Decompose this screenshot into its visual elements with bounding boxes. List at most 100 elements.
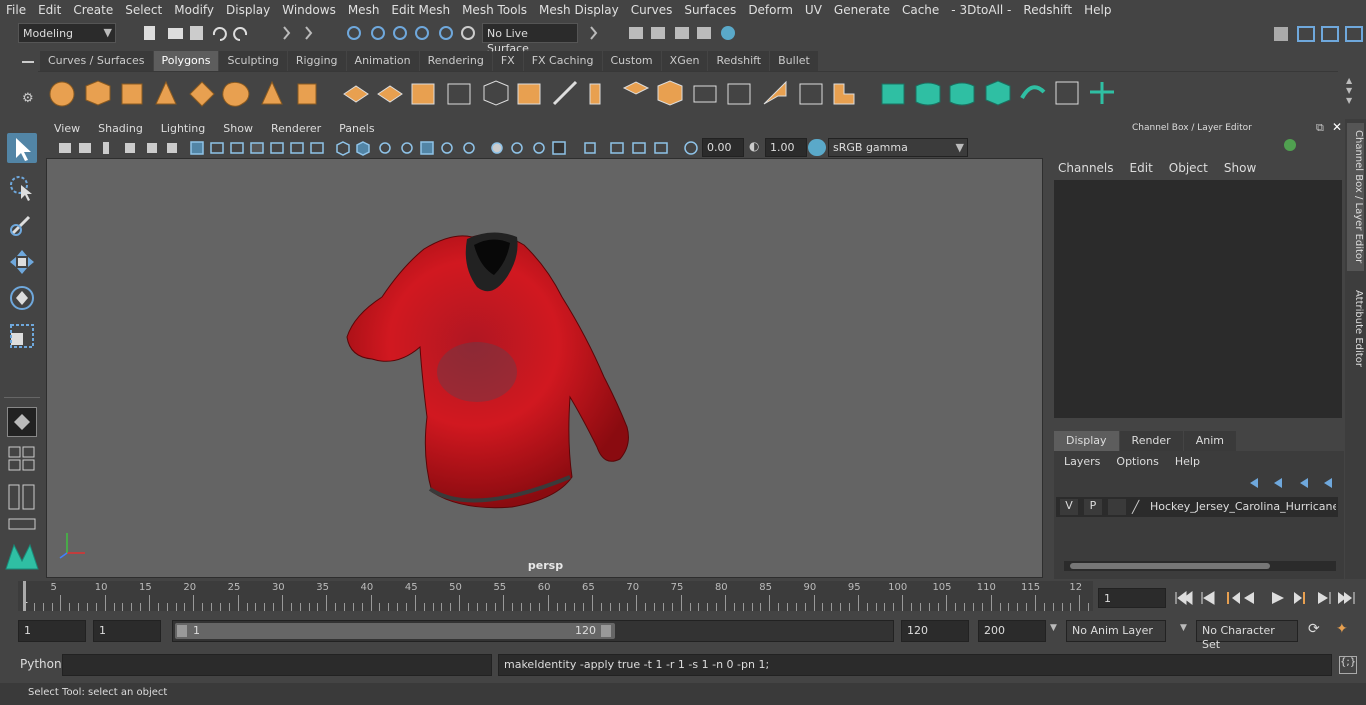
channel-menu-item[interactable]: Edit <box>1130 161 1153 175</box>
scrollbar-thumb[interactable] <box>1070 563 1270 569</box>
channel-menu-item[interactable]: Show <box>1224 161 1256 175</box>
exposure-field[interactable]: 0.00 <box>702 138 744 157</box>
menu-item[interactable]: Modify <box>168 3 220 17</box>
layer-scrollbar[interactable] <box>1064 561 1336 571</box>
select-tool-button[interactable] <box>7 133 37 163</box>
menu-item[interactable]: Generate <box>828 3 896 17</box>
shelf-tab[interactable]: Bullet <box>770 51 818 71</box>
shelf-tab[interactable]: Custom <box>602 51 661 71</box>
layer-row[interactable]: V P ╱ Hockey_Jersey_Carolina_Hurricanes_… <box>1056 497 1338 517</box>
command-language[interactable]: Python <box>20 657 62 671</box>
menu-item[interactable]: Display <box>220 3 276 17</box>
viewport-menu-item[interactable]: View <box>45 122 89 135</box>
gear-icon[interactable]: ⚙ <box>22 91 34 106</box>
menu-item[interactable]: Create <box>67 3 119 17</box>
hockey-jersey-model[interactable] <box>342 227 682 527</box>
rotate-tool-button[interactable] <box>7 283 37 313</box>
paint-select-tool-button[interactable] <box>7 209 37 239</box>
close-icon[interactable]: ✕ <box>1332 120 1342 134</box>
menu-item[interactable]: Windows <box>276 3 342 17</box>
script-editor-icon[interactable]: {;} <box>1339 656 1357 674</box>
channel-menu-item[interactable]: Channels <box>1058 161 1114 175</box>
time-slider[interactable]: 5 10 15 20 25 30 35 40 45 50 55 60 65 70 75 80 85 90 95 100… <box>18 581 1093 611</box>
viewport-tool-icons[interactable] <box>55 140 705 156</box>
menu-item[interactable]: Mesh Tools <box>456 3 533 17</box>
workspace-icons[interactable] <box>1270 23 1366 45</box>
anim-layer-dropdown[interactable]: No Anim Layer <box>1066 620 1166 642</box>
viewport-menu-item[interactable]: Panels <box>330 122 383 135</box>
menu-item[interactable]: Select <box>119 3 168 17</box>
gamma-field[interactable]: 1.00 <box>765 138 807 157</box>
polygon-shelf-icons[interactable] <box>38 72 1338 118</box>
tab-attribute-editor[interactable]: Attribute Editor <box>1347 283 1364 373</box>
layout-split-button[interactable] <box>8 483 36 511</box>
color-space-dropdown[interactable]: sRGB gamma ▼ <box>828 138 968 157</box>
menu-item[interactable]: Help <box>1078 3 1117 17</box>
shelf-tab[interactable]: Sculpting <box>219 51 287 71</box>
menu-item[interactable]: Edit <box>32 3 67 17</box>
layer-visibility-toggle[interactable]: V <box>1060 499 1078 515</box>
menu-item[interactable]: Surfaces <box>678 3 742 17</box>
move-tool-button[interactable] <box>7 247 37 277</box>
menu-item[interactable]: UV <box>799 3 828 17</box>
menu-item[interactable]: Redshift <box>1017 3 1078 17</box>
menu-item[interactable]: Edit Mesh <box>385 3 456 17</box>
character-set-dropdown[interactable]: No Character Set <box>1196 620 1298 651</box>
menu-item[interactable]: Mesh <box>342 3 386 17</box>
preferences-icon[interactable]: ✦ <box>1336 621 1348 637</box>
layer-reference-toggle[interactable] <box>1108 499 1126 515</box>
shelf-tab[interactable]: Polygons <box>153 51 219 71</box>
range-end-grip[interactable] <box>601 625 611 637</box>
lasso-tool-button[interactable] <box>7 173 37 203</box>
playback-controls[interactable] <box>1172 588 1362 608</box>
shelf-tab[interactable]: Rendering <box>419 51 492 71</box>
shelf-tab[interactable]: Curves / Surfaces <box>40 51 153 71</box>
layer-color-icon[interactable]: ╱ <box>1132 500 1139 514</box>
start-time-field[interactable]: 1 <box>18 620 86 642</box>
layer-name[interactable]: Hockey_Jersey_Carolina_Hurricanes_l <box>1150 500 1336 513</box>
command-input[interactable] <box>62 654 492 676</box>
playback-end-field[interactable]: 120 <box>901 620 969 642</box>
chevron-down-icon[interactable]: ▼ <box>1180 623 1187 633</box>
viewport-menu-item[interactable]: Shading <box>89 122 152 135</box>
auto-key-icon[interactable]: ⟳ <box>1308 621 1320 637</box>
menu-item[interactable]: Curves <box>625 3 679 17</box>
scale-tool-button[interactable] <box>7 321 37 351</box>
layout-single-button[interactable] <box>7 407 37 437</box>
range-slider[interactable]: 1 120 <box>172 620 894 642</box>
menu-item[interactable]: Mesh Display <box>533 3 625 17</box>
layer-playback-toggle[interactable]: P <box>1084 499 1102 515</box>
end-time-field[interactable]: 200 <box>978 620 1046 642</box>
layer-action-icons[interactable] <box>1244 475 1334 491</box>
menu-item[interactable]: Deform <box>742 3 799 17</box>
menu-item[interactable]: Cache <box>896 3 945 17</box>
tab-channel-box[interactable]: Channel Box / Layer Editor <box>1347 123 1364 271</box>
layer-tab[interactable]: Anim <box>1183 431 1236 451</box>
render-icons[interactable] <box>585 23 745 43</box>
range-start-grip[interactable] <box>177 625 187 637</box>
channel-menu-item[interactable]: Object <box>1169 161 1208 175</box>
live-surface-field[interactable]: No Live Surface <box>482 23 578 55</box>
range-slider-handle[interactable]: 1 120 <box>175 623 615 639</box>
menu-item[interactable]: - 3DtoAll - <box>945 3 1017 17</box>
current-frame-field[interactable]: 1 <box>1098 588 1166 608</box>
3d-viewport[interactable]: persp <box>46 158 1043 578</box>
shelf-tab[interactable]: Animation <box>346 51 419 71</box>
shelf-tab[interactable]: FX <box>492 51 523 71</box>
mode-dropdown[interactable]: Modeling ▼ <box>18 23 116 43</box>
axis-toggle-icon[interactable] <box>1284 139 1296 151</box>
playback-start-field[interactable]: 1 <box>93 620 161 642</box>
viewport-menu-item[interactable]: Show <box>214 122 262 135</box>
shelf-tab[interactable]: FX Caching <box>523 51 602 71</box>
shelf-tab[interactable]: Rigging <box>287 51 346 71</box>
color-management-icon[interactable] <box>808 139 826 156</box>
viewport-menu-item[interactable]: Lighting <box>152 122 214 135</box>
shelf-tab[interactable]: Redshift <box>708 51 770 71</box>
layer-menu-item[interactable]: Options <box>1116 455 1158 468</box>
status-line-icons[interactable] <box>140 23 480 43</box>
shelf-menu-icon[interactable] <box>22 61 34 63</box>
layout-quad-button[interactable] <box>8 445 36 473</box>
layer-tab[interactable]: Render <box>1119 431 1183 451</box>
menu-item[interactable]: File <box>0 3 32 17</box>
layout-stack-button[interactable] <box>8 517 36 531</box>
